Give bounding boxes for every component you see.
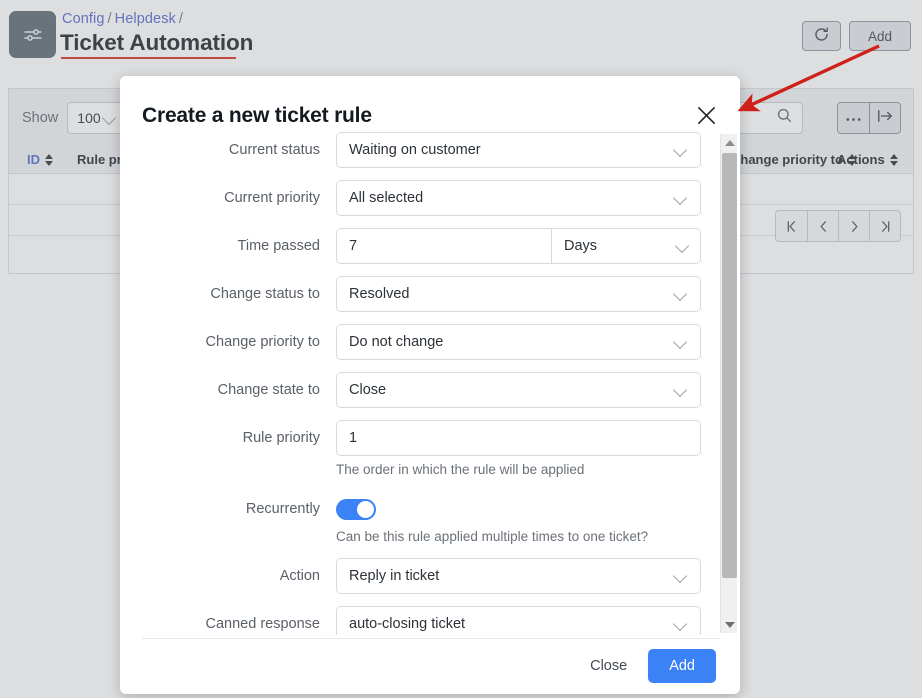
pagination-last-button[interactable] xyxy=(869,211,900,241)
refresh-button[interactable] xyxy=(802,21,841,51)
chevron-down-icon xyxy=(674,287,688,301)
ticket-rule-form: Current status Waiting on customer Curre… xyxy=(120,132,720,635)
create-ticket-rule-dialog: Create a new ticket rule Current status … xyxy=(120,76,740,694)
label-canned-response: Canned response xyxy=(205,616,320,632)
chevron-down-icon xyxy=(103,111,117,125)
time-passed-input[interactable]: 7 xyxy=(337,229,552,263)
chevron-down-icon xyxy=(674,143,688,157)
chevron-down-icon xyxy=(674,569,688,583)
column-header-id[interactable]: ID xyxy=(27,152,53,167)
ellipsis-icon xyxy=(845,109,862,127)
current-priority-select[interactable]: All selected xyxy=(336,180,701,216)
chevron-down-icon xyxy=(674,191,688,205)
column-header-actions[interactable]: Actions xyxy=(837,152,898,167)
page-title: Ticket Automation xyxy=(60,30,254,55)
export-icon xyxy=(876,108,894,129)
pagination-prev-button[interactable] xyxy=(807,211,838,241)
refresh-icon xyxy=(813,26,830,46)
field-action: Action Reply in ticket xyxy=(120,558,720,594)
chevron-down-icon xyxy=(674,617,688,631)
current-priority-value: All selected xyxy=(349,190,424,206)
scrollbar-thumb[interactable] xyxy=(722,153,737,578)
rule-priority-input[interactable]: 1 xyxy=(336,420,701,456)
title-underline xyxy=(61,57,236,59)
field-change-status-to: Change status to Resolved xyxy=(120,276,720,312)
label-current-priority: Current priority xyxy=(224,190,320,206)
time-unit-select[interactable]: Days xyxy=(552,229,700,263)
change-status-to-value: Resolved xyxy=(349,286,410,302)
chevron-down-icon xyxy=(676,239,690,253)
dialog-body: Current status Waiting on customer Curre… xyxy=(120,132,740,635)
page-size-value: 100 xyxy=(77,109,101,126)
chevron-down-icon xyxy=(674,383,688,397)
canned-response-select[interactable]: auto-closing ticket xyxy=(336,606,701,635)
change-state-to-select[interactable]: Close xyxy=(336,372,701,408)
label-change-priority-to: Change priority to xyxy=(205,334,320,350)
field-time-passed: Time passed 7 Days xyxy=(120,228,720,264)
show-label: Show xyxy=(22,109,59,126)
page-header: Config / Helpdesk / Ticket Automation Add xyxy=(0,0,922,70)
label-rule-priority: Rule priority xyxy=(242,430,320,446)
rule-priority-help: The order in which the rule will be appl… xyxy=(336,462,585,477)
action-value: Reply in ticket xyxy=(349,568,440,584)
pagination-next-button[interactable] xyxy=(838,211,869,241)
change-state-to-value: Close xyxy=(349,382,387,398)
label-current-status: Current status xyxy=(228,142,320,158)
label-change-status-to: Change status to xyxy=(210,286,320,302)
breadcrumb-item-helpdesk[interactable]: Helpdesk xyxy=(115,11,176,27)
field-canned-response: Canned response auto-closing ticket xyxy=(120,606,720,635)
time-unit-value: Days xyxy=(564,238,598,254)
more-options-button[interactable] xyxy=(838,103,869,133)
current-status-value: Waiting on customer xyxy=(349,142,481,158)
action-select[interactable]: Reply in ticket xyxy=(336,558,701,594)
page-size-select[interactable]: 100 xyxy=(67,101,126,134)
pagination xyxy=(775,210,901,242)
breadcrumb-item-config[interactable]: Config xyxy=(62,11,105,27)
sort-icon xyxy=(889,153,898,166)
dialog-scrollbar[interactable] xyxy=(720,134,737,633)
field-change-priority-to: Change priority to Do not change xyxy=(120,324,720,360)
column-label-actions: Actions xyxy=(837,152,885,167)
breadcrumb-separator-1: / xyxy=(107,11,112,27)
change-priority-to-value: Do not change xyxy=(349,334,444,350)
recurrently-toggle[interactable] xyxy=(336,499,376,520)
time-passed-group: 7 Days xyxy=(336,228,701,264)
field-rule-priority: Rule priority 1 The order in which the r… xyxy=(120,420,720,479)
toggle-knob xyxy=(357,501,374,518)
field-current-priority: Current priority All selected xyxy=(120,180,720,216)
field-current-status: Current status Waiting on customer xyxy=(120,132,720,168)
recurrently-help: Can be this rule applied multiple times … xyxy=(336,529,649,544)
column-label-change-priority-to: Change priority to xyxy=(731,152,843,167)
breadcrumb-separator-2: / xyxy=(178,11,184,27)
canned-response-value: auto-closing ticket xyxy=(349,616,466,632)
add-button[interactable]: Add xyxy=(849,21,911,51)
pagination-first-button[interactable] xyxy=(776,211,807,241)
screen: Config / Helpdesk / Ticket Automation Add xyxy=(0,0,922,698)
dialog-footer: Close Add xyxy=(120,638,740,694)
header-actions: Add xyxy=(802,21,911,51)
export-button[interactable] xyxy=(869,103,900,133)
dialog-close-button[interactable]: Close xyxy=(577,649,640,683)
breadcrumb: Config / Helpdesk / xyxy=(62,11,186,27)
sliders-icon xyxy=(9,11,56,58)
column-label-id: ID xyxy=(27,152,40,167)
label-change-state-to: Change state to xyxy=(217,382,320,398)
field-change-state-to: Change state to Close xyxy=(120,372,720,408)
close-icon[interactable] xyxy=(689,98,723,132)
label-recurrently: Recurrently xyxy=(245,501,320,517)
dialog-title: Create a new ticket rule xyxy=(142,104,372,127)
dialog-add-button[interactable]: Add xyxy=(648,649,716,683)
label-action: Action xyxy=(279,568,320,584)
search-icon xyxy=(776,107,793,129)
scroll-down-button[interactable] xyxy=(721,616,738,633)
toolbar-button-group xyxy=(837,102,901,134)
change-priority-to-select[interactable]: Do not change xyxy=(336,324,701,360)
current-status-select[interactable]: Waiting on customer xyxy=(336,132,701,168)
chevron-down-icon xyxy=(674,335,688,349)
sort-icon xyxy=(45,153,53,166)
label-time-passed: Time passed xyxy=(237,238,320,254)
change-status-to-select[interactable]: Resolved xyxy=(336,276,701,312)
field-recurrently: Recurrently Can be this rule applied mul… xyxy=(120,491,720,546)
scroll-up-button[interactable] xyxy=(721,134,738,151)
